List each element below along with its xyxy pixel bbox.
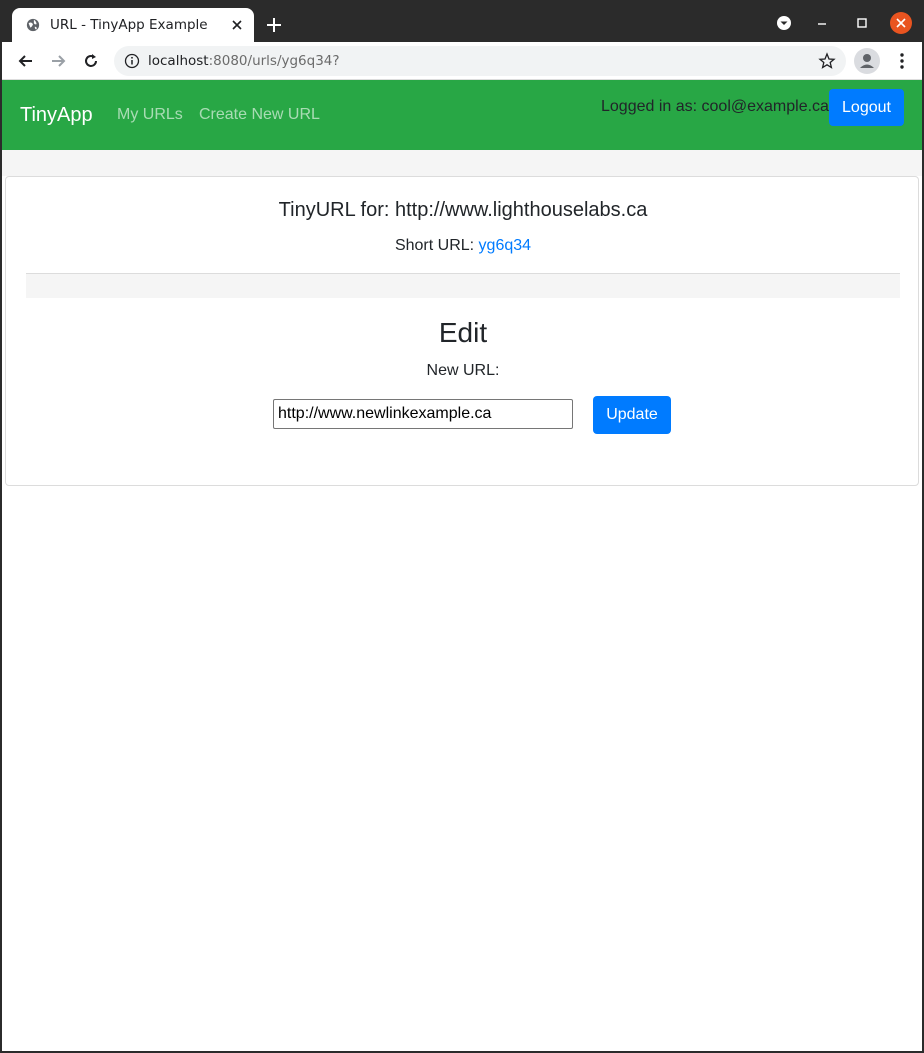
info-icon[interactable] bbox=[124, 53, 140, 69]
title-bar: URL - TinyApp Example bbox=[2, 0, 922, 42]
short-url-link[interactable]: yg6q34 bbox=[479, 237, 532, 254]
short-url-label: Short URL: bbox=[394, 237, 475, 254]
edit-heading: Edit bbox=[438, 317, 488, 348]
browser-toolbar: localhost:8080/urls/yg6q34? bbox=[2, 42, 922, 80]
more-menu-icon[interactable] bbox=[892, 51, 912, 71]
profile-avatar[interactable] bbox=[854, 48, 880, 74]
browser-tab[interactable]: URL - TinyApp Example bbox=[12, 8, 254, 42]
card-divider bbox=[26, 273, 900, 298]
tab-search-icon[interactable] bbox=[774, 13, 794, 33]
header-strip bbox=[2, 150, 922, 176]
url-path: :8080/urls/yg6q34? bbox=[208, 53, 340, 69]
minimize-icon[interactable] bbox=[812, 13, 832, 33]
person-icon bbox=[860, 54, 874, 68]
browser-window: URL - TinyApp Example localhost:8080/url… bbox=[0, 0, 924, 1053]
forward-arrow-icon[interactable] bbox=[48, 51, 68, 71]
card-title: TinyURL for: http://www.lighthouselabs.c… bbox=[278, 199, 648, 221]
nav-create-new-url[interactable]: Create New URL bbox=[199, 106, 320, 124]
short-url-line: Short URL: yg6q34 bbox=[6, 237, 920, 255]
brand-link[interactable]: TinyApp bbox=[20, 104, 93, 127]
url-card: TinyURL for: http://www.lighthouselabs.c… bbox=[5, 176, 919, 486]
logout-button[interactable]: Logout bbox=[829, 89, 904, 126]
close-icon bbox=[896, 18, 906, 28]
back-arrow-icon[interactable] bbox=[16, 51, 36, 71]
navbar: TinyApp My URLs Create New URL Logged in… bbox=[2, 80, 922, 150]
url-host: localhost bbox=[148, 53, 209, 69]
new-tab-icon[interactable] bbox=[264, 15, 284, 35]
maximize-icon[interactable] bbox=[852, 13, 872, 33]
bookmark-star-icon[interactable] bbox=[818, 52, 836, 70]
update-button[interactable]: Update bbox=[593, 396, 671, 434]
new-url-input[interactable] bbox=[273, 399, 573, 429]
tab-title: URL - TinyApp Example bbox=[50, 17, 208, 33]
url-text[interactable]: localhost:8080/urls/yg6q34? bbox=[148, 53, 340, 69]
address-bar[interactable]: localhost:8080/urls/yg6q34? bbox=[114, 46, 846, 76]
close-tab-icon[interactable] bbox=[228, 16, 246, 34]
globe-icon bbox=[26, 18, 40, 32]
new-url-label: New URL: bbox=[426, 362, 500, 379]
window-close-button[interactable] bbox=[890, 12, 912, 34]
nav-my-urls[interactable]: My URLs bbox=[117, 106, 183, 124]
logged-in-text: Logged in as: cool@example.ca bbox=[601, 98, 829, 115]
reload-icon[interactable] bbox=[81, 51, 101, 71]
page-content: TinyApp My URLs Create New URL Logged in… bbox=[2, 80, 922, 1051]
